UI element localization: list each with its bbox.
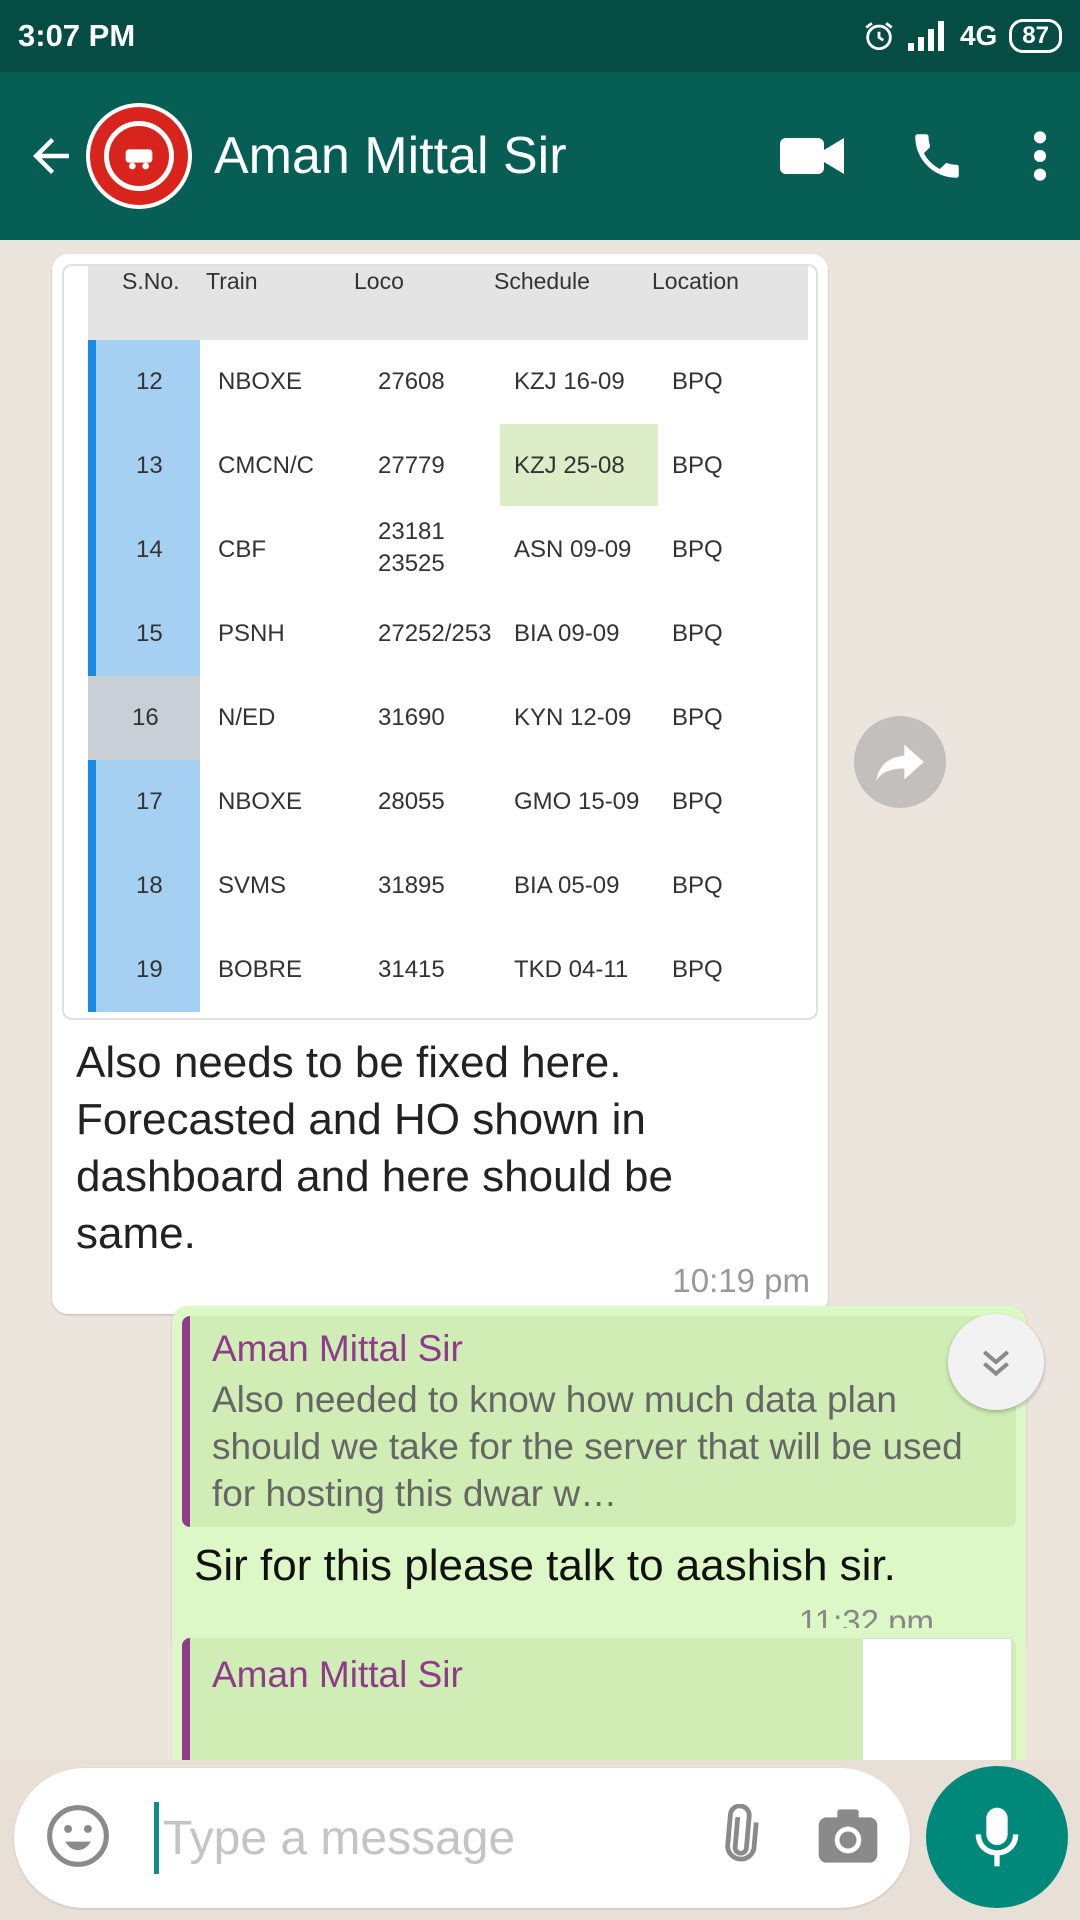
quoted-text: Also needed to know how much data plan s… bbox=[212, 1379, 963, 1514]
incoming-message[interactable]: S.No. Train Loco Schedule Location 12 NB… bbox=[52, 254, 828, 1314]
incoming-message-text: Also needs to be fixed here. Forecasted … bbox=[76, 1038, 673, 1258]
cell-train: PSNH bbox=[218, 620, 285, 647]
camera-icon[interactable] bbox=[816, 1806, 880, 1871]
signal-icon bbox=[907, 21, 944, 51]
cell-train: NBOXE bbox=[218, 368, 303, 395]
railway-logo-icon bbox=[104, 121, 174, 191]
table-header-cell: Schedule bbox=[494, 268, 590, 294]
cell-sno: 15 bbox=[136, 620, 163, 647]
table-row: 14 CBF 23181 23525 ASN 09-09 BPQ bbox=[88, 508, 808, 592]
cell-schedule: BIA 05-09 bbox=[514, 872, 620, 899]
cell-loco: 31895 bbox=[378, 872, 445, 899]
cell-location: BPQ bbox=[672, 956, 723, 983]
table-header-cell: Loco bbox=[354, 268, 404, 294]
cell-loco: 23525 bbox=[378, 550, 445, 577]
cell-loco: 23181 bbox=[378, 518, 445, 545]
quoted-image-thumbnail bbox=[862, 1638, 1012, 1760]
cell-loco: 31415 bbox=[378, 956, 445, 983]
table-header: S.No. Train Loco Schedule Location bbox=[88, 266, 808, 340]
forward-icon[interactable] bbox=[854, 716, 946, 808]
status-time: 3:07 PM bbox=[18, 18, 136, 53]
quoted-message[interactable]: Aman Mittal Sir bbox=[182, 1638, 1016, 1760]
cell-sno: 17 bbox=[136, 788, 163, 815]
quoted-sender-name: Aman Mittal Sir bbox=[212, 1328, 463, 1369]
table-row: 16 N/ED 31690 KYN 12-09 BPQ bbox=[88, 676, 808, 760]
voice-call-icon[interactable] bbox=[908, 127, 966, 185]
contact-name[interactable]: Aman Mittal Sir bbox=[214, 126, 567, 186]
back-arrow-icon[interactable] bbox=[16, 121, 86, 191]
table-row: 15 PSNH 27252/253 BIA 09-09 BPQ bbox=[88, 592, 808, 676]
cell-loco: 27608 bbox=[378, 368, 445, 395]
message-input[interactable] bbox=[163, 1810, 663, 1866]
cell-sno: 18 bbox=[136, 872, 163, 899]
outgoing-message-text: Sir for this please talk to aashish sir. bbox=[194, 1541, 896, 1590]
cell-schedule: KZJ 16-09 bbox=[514, 368, 625, 395]
network-type: 4G bbox=[959, 20, 998, 51]
cell-schedule: GMO 15-09 bbox=[514, 788, 640, 815]
message-composer bbox=[14, 1768, 910, 1908]
cell-train: NBOXE bbox=[218, 788, 303, 815]
cell-sno: 13 bbox=[136, 452, 163, 479]
status-bar: 3:07 PM 4G 87 bbox=[0, 0, 1080, 72]
avatar[interactable] bbox=[86, 103, 192, 209]
cell-sno: 19 bbox=[136, 956, 163, 983]
alarm-icon bbox=[865, 22, 893, 51]
table-header-cell: S.No. bbox=[122, 268, 180, 294]
chat-area[interactable]: S.No. Train Loco Schedule Location 12 NB… bbox=[0, 240, 1080, 1760]
cell-location: BPQ bbox=[672, 704, 723, 731]
outgoing-message[interactable]: Aman Mittal Sir bbox=[172, 1628, 1026, 1760]
cell-train: N/ED bbox=[218, 704, 276, 731]
cell-location: BPQ bbox=[672, 788, 723, 815]
cell-sno: 14 bbox=[136, 536, 163, 563]
table-screenshot-image[interactable]: S.No. Train Loco Schedule Location 12 NB… bbox=[62, 264, 818, 1020]
mic-icon bbox=[975, 1807, 1019, 1867]
cell-location: BPQ bbox=[672, 872, 723, 899]
emoji-icon[interactable] bbox=[44, 1802, 112, 1875]
table-header-cell: Location bbox=[652, 268, 739, 294]
mic-button[interactable] bbox=[926, 1766, 1068, 1908]
cell-schedule: KZJ 25-08 bbox=[514, 452, 625, 479]
table-row: 17 NBOXE 28055 GMO 15-09 BPQ bbox=[88, 760, 808, 844]
video-call-icon[interactable] bbox=[780, 134, 844, 178]
cell-location: BPQ bbox=[672, 536, 723, 563]
table-row: 12 NBOXE 27608 KZJ 16-09 BPQ bbox=[88, 340, 808, 424]
cell-train: CBF bbox=[218, 536, 266, 563]
cell-sno: 12 bbox=[136, 368, 163, 395]
cell-loco: 31690 bbox=[378, 704, 445, 731]
cell-sno: 16 bbox=[132, 704, 159, 731]
cell-schedule: BIA 09-09 bbox=[514, 620, 620, 647]
cell-train: CMCN/C bbox=[218, 452, 314, 479]
cell-schedule: ASN 09-09 bbox=[514, 536, 632, 563]
cell-loco: 27779 bbox=[378, 452, 445, 479]
cell-location: BPQ bbox=[672, 620, 723, 647]
table-row: 18 SVMS 31895 BIA 05-09 BPQ bbox=[88, 844, 808, 928]
outgoing-message[interactable]: Aman Mittal Sir Also needed to know how … bbox=[172, 1306, 1026, 1657]
cell-schedule: KYN 12-09 bbox=[514, 704, 632, 731]
cell-location: BPQ bbox=[672, 368, 723, 395]
cell-schedule: TKD 04-11 bbox=[514, 956, 629, 983]
scroll-down-icon[interactable] bbox=[948, 1314, 1044, 1410]
cell-loco: 27252/253 bbox=[378, 620, 492, 647]
more-options-icon[interactable] bbox=[1030, 128, 1050, 184]
table-row: 13 CMCN/C 27779 KZJ 25-08 BPQ bbox=[88, 424, 808, 508]
battery-level: 87 bbox=[1009, 19, 1062, 53]
chat-header: Aman Mittal Sir bbox=[0, 72, 1080, 240]
cell-location: BPQ bbox=[672, 452, 723, 479]
attach-icon[interactable] bbox=[706, 1803, 770, 1873]
incoming-message-time: 10:19 pm bbox=[672, 1262, 810, 1299]
cell-loco: 28055 bbox=[378, 788, 445, 815]
text-caret bbox=[154, 1802, 159, 1874]
quoted-message[interactable]: Aman Mittal Sir Also needed to know how … bbox=[182, 1316, 1016, 1527]
table-row: 19 BOBRE 31415 TKD 04-11 BPQ bbox=[88, 928, 808, 1012]
table-header-cell: Train bbox=[206, 268, 258, 294]
cell-train: BOBRE bbox=[218, 956, 303, 983]
cell-train: SVMS bbox=[218, 872, 287, 899]
